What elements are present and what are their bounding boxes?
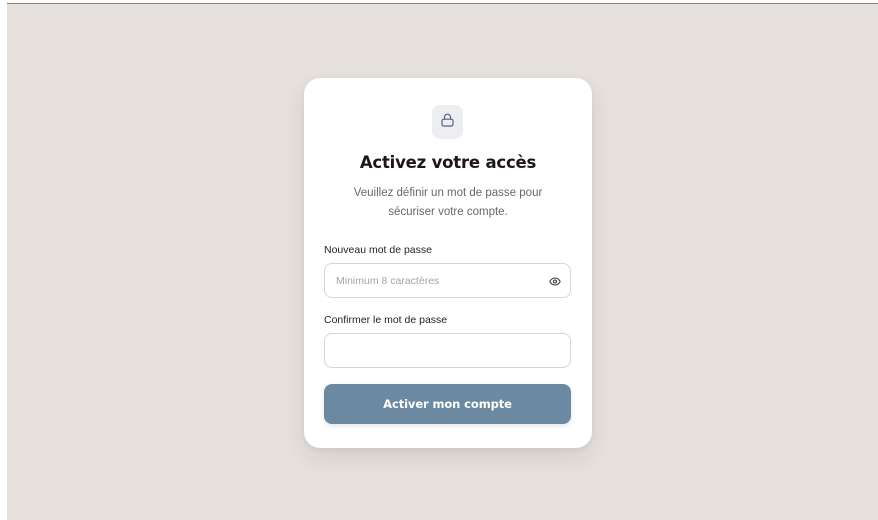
page-title: Activez votre accès bbox=[359, 153, 537, 172]
confirm-password-input[interactable] bbox=[325, 334, 570, 367]
confirm-password-field-wrapper bbox=[324, 333, 571, 368]
activation-card: Activez votre accès Veuillez définir un … bbox=[304, 78, 592, 448]
confirm-password-label: Confirmer le mot de passe bbox=[324, 314, 448, 326]
eye-icon[interactable] bbox=[548, 275, 562, 287]
page-background: Activez votre accès Veuillez définir un … bbox=[7, 3, 878, 520]
activate-account-button[interactable]: Activer mon compte bbox=[324, 384, 571, 424]
new-password-input[interactable] bbox=[325, 264, 570, 297]
new-password-label: Nouveau mot de passe bbox=[324, 244, 432, 256]
new-password-field-wrapper bbox=[324, 263, 571, 298]
lock-icon bbox=[441, 113, 454, 132]
page-subtitle: Veuillez définir un mot de passe pour sé… bbox=[353, 187, 543, 218]
lock-icon-tile bbox=[432, 105, 463, 139]
